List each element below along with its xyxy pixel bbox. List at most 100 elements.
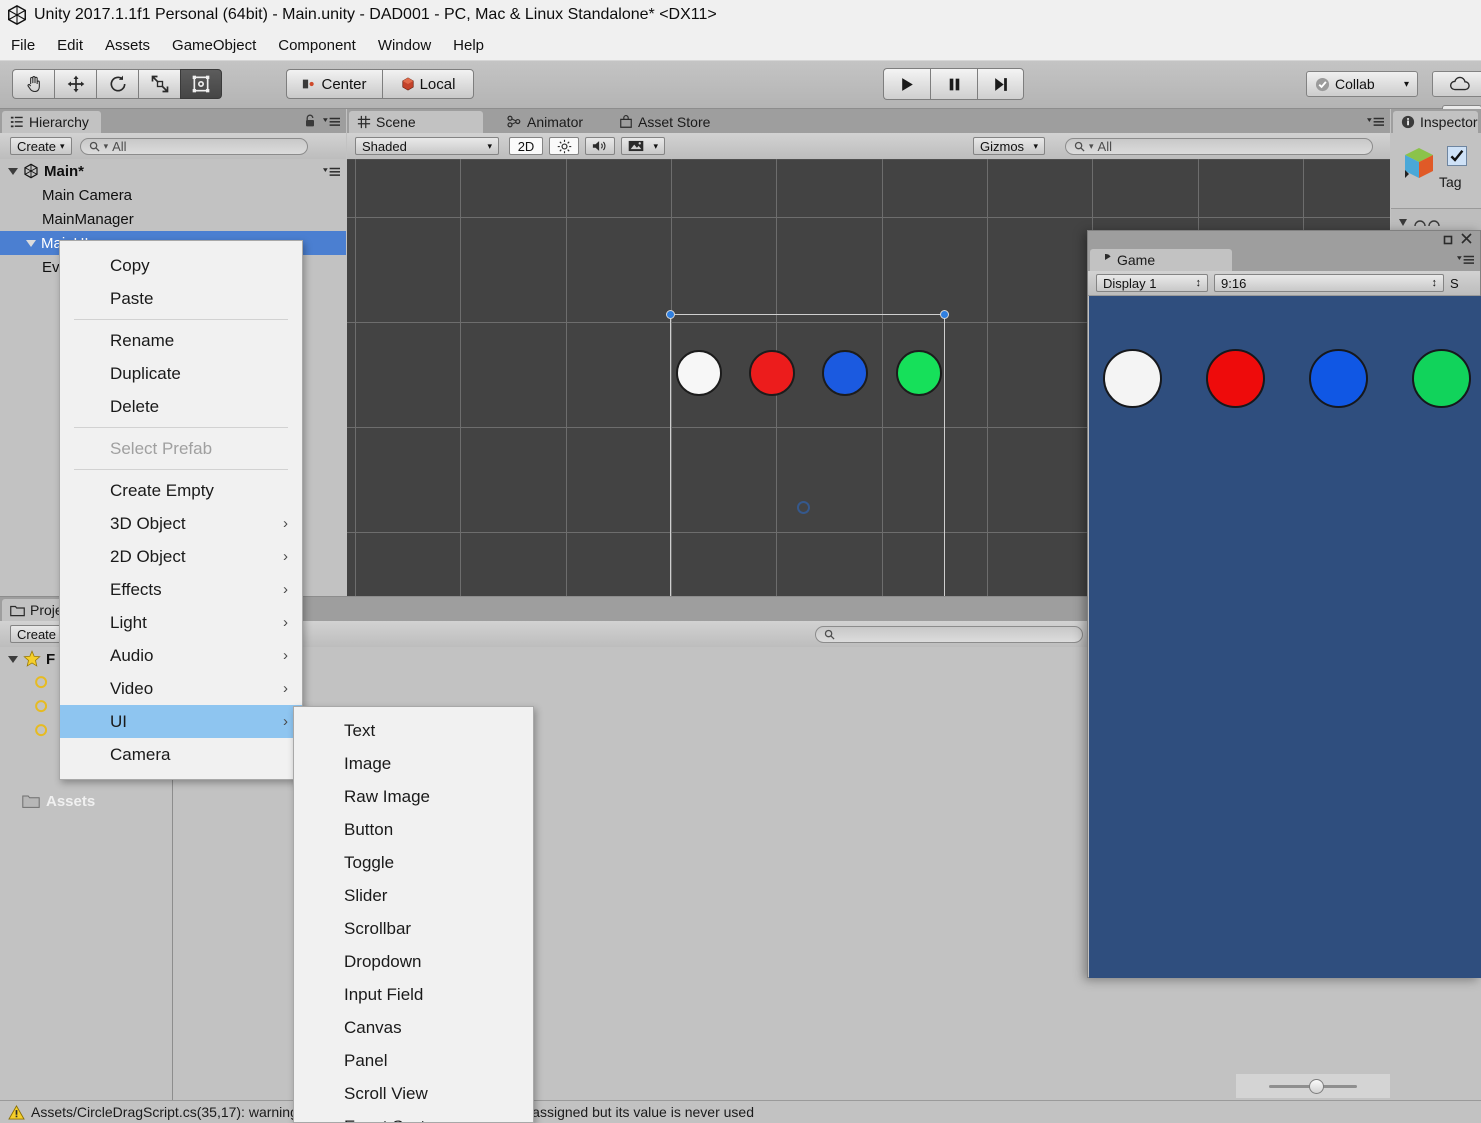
status-bar[interactable]: Assets/CircleDragScript.cs(35,17): warni…: [0, 1100, 1481, 1123]
step-button[interactable]: [977, 68, 1024, 100]
cloud-button[interactable]: [1432, 71, 1481, 97]
ctx-video[interactable]: Video ›: [60, 672, 302, 705]
ctx-duplicate[interactable]: Duplicate: [60, 357, 302, 390]
rotate-tool-button[interactable]: [96, 69, 138, 99]
scene-options-icon[interactable]: [323, 165, 340, 182]
ui-item-text[interactable]: Text: [294, 714, 533, 747]
scene-blue-circle[interactable]: [822, 350, 868, 396]
ctx-create-empty[interactable]: Create Empty: [60, 474, 302, 507]
panel-options-icon[interactable]: [323, 115, 340, 131]
gameobject-active-checkbox[interactable]: [1447, 146, 1467, 166]
menu-help[interactable]: Help: [442, 34, 495, 57]
ctx-light[interactable]: Light ›: [60, 606, 302, 639]
ui-item-panel[interactable]: Panel: [294, 1044, 533, 1077]
collab-label: Collab: [1335, 76, 1375, 92]
rect-tool-button[interactable]: [180, 69, 222, 99]
ctx-camera[interactable]: Camera: [60, 738, 302, 771]
ctx-delete[interactable]: Delete: [60, 390, 302, 423]
ctx-rename[interactable]: Rename: [60, 324, 302, 357]
cloud-icon: [1449, 76, 1470, 91]
ui-item-canvas[interactable]: Canvas: [294, 1011, 533, 1044]
slider-knob[interactable]: [1309, 1078, 1324, 1094]
hand-tool-button[interactable]: [12, 69, 54, 99]
game-white-circle[interactable]: [1103, 349, 1162, 408]
ctx-effects[interactable]: Effects ›: [60, 573, 302, 606]
hierarchy-search-input[interactable]: ▾ All: [79, 137, 308, 155]
collab-button[interactable]: Collab ▾: [1306, 71, 1418, 97]
ctx-paste[interactable]: Paste: [60, 282, 302, 315]
game-blue-circle[interactable]: [1309, 349, 1368, 408]
ui-item-image[interactable]: Image: [294, 747, 533, 780]
game-aspect-dropdown[interactable]: 9:16 ↕: [1214, 274, 1444, 292]
scene-red-circle[interactable]: [749, 350, 795, 396]
chevron-down-icon[interactable]: [8, 655, 18, 663]
project-search-input[interactable]: [815, 625, 1083, 643]
ui-item-scrollbar[interactable]: Scrollbar: [294, 912, 533, 945]
lock-icon[interactable]: [304, 114, 316, 131]
tab-animator[interactable]: Animator: [499, 111, 595, 133]
play-button[interactable]: [883, 68, 930, 100]
ctx-ui[interactable]: UI ›: [60, 705, 302, 738]
project-assets-row[interactable]: Assets: [0, 789, 172, 813]
sidebar-item-mainmanager[interactable]: MainManager: [0, 207, 346, 231]
rect-handle-top-left[interactable]: [666, 310, 675, 319]
maximize-icon[interactable]: [1442, 233, 1454, 249]
ui-item-event-system[interactable]: Event System: [294, 1110, 533, 1123]
hierarchy-scene-row[interactable]: Main*: [0, 159, 346, 183]
chevron-down-icon[interactable]: [8, 167, 18, 175]
menu-gameobject[interactable]: GameObject: [161, 34, 267, 57]
tab-scene[interactable]: Scene: [349, 111, 483, 133]
scene-green-circle[interactable]: [896, 350, 942, 396]
ctx-separator: [74, 427, 288, 428]
scene-search-input[interactable]: ▾ All: [1065, 137, 1373, 155]
ui-item-input-field[interactable]: Input Field: [294, 978, 533, 1011]
menu-file[interactable]: File: [0, 34, 46, 57]
scene-lighting-toggle[interactable]: [549, 137, 579, 155]
scene-draw-mode-dropdown[interactable]: Shaded ▾: [355, 137, 499, 155]
pivot-rotation-button[interactable]: Local: [382, 69, 474, 99]
game-panel-options-icon[interactable]: [1457, 253, 1474, 269]
scene-gizmos-dropdown[interactable]: Gizmos ▾: [973, 137, 1045, 155]
image-icon: [628, 140, 644, 152]
move-tool-button[interactable]: [54, 69, 96, 99]
game-window-titlebar[interactable]: [1088, 231, 1480, 249]
ui-item-slider[interactable]: Slider: [294, 879, 533, 912]
tab-hierarchy[interactable]: Hierarchy: [2, 111, 101, 133]
chevron-down-icon[interactable]: [26, 239, 36, 247]
game-display-dropdown[interactable]: Display 1 ↕: [1096, 274, 1208, 292]
scene-audio-toggle[interactable]: [585, 137, 615, 155]
scale-tool-button[interactable]: [138, 69, 180, 99]
chevron-right-icon: ›: [283, 581, 288, 598]
pivot-mode-button[interactable]: Center: [286, 69, 382, 99]
tab-asset-store[interactable]: Asset Store: [611, 111, 722, 133]
ctx-audio[interactable]: Audio ›: [60, 639, 302, 672]
scene-fx-dropdown[interactable]: ▾: [621, 137, 665, 155]
ui-item-toggle[interactable]: Toggle: [294, 846, 533, 879]
ui-item-scroll-view[interactable]: Scroll View: [294, 1077, 533, 1110]
game-red-circle[interactable]: [1206, 349, 1265, 408]
pause-button[interactable]: [930, 68, 977, 100]
tab-game[interactable]: Game: [1090, 249, 1232, 271]
scene-2d-toggle[interactable]: 2D: [509, 137, 543, 155]
ui-item-button[interactable]: Button: [294, 813, 533, 846]
sidebar-item-main-camera[interactable]: Main Camera: [0, 183, 346, 207]
ui-item-dropdown[interactable]: Dropdown: [294, 945, 533, 978]
ctx-copy[interactable]: Copy: [60, 249, 302, 282]
ctx-label: Video: [110, 678, 154, 698]
menu-component[interactable]: Component: [267, 34, 367, 57]
project-zoom-slider[interactable]: [1236, 1074, 1390, 1098]
ctx-3d-object[interactable]: 3D Object ›: [60, 507, 302, 540]
rect-handle-top-right[interactable]: [940, 310, 949, 319]
scene-white-circle[interactable]: [676, 350, 722, 396]
menu-assets[interactable]: Assets: [94, 34, 161, 57]
menu-window[interactable]: Window: [367, 34, 442, 57]
menu-edit[interactable]: Edit: [46, 34, 94, 57]
tab-inspector[interactable]: Inspector: [1393, 111, 1478, 133]
scene-panel-options-icon[interactable]: [1367, 115, 1384, 131]
close-icon[interactable]: [1460, 232, 1473, 248]
ui-item-raw-image[interactable]: Raw Image: [294, 780, 533, 813]
ctx-2d-object[interactable]: 2D Object ›: [60, 540, 302, 573]
game-green-circle[interactable]: [1412, 349, 1471, 408]
game-viewport[interactable]: [1089, 296, 1481, 978]
hierarchy-create-button[interactable]: Create ▾: [10, 137, 72, 155]
